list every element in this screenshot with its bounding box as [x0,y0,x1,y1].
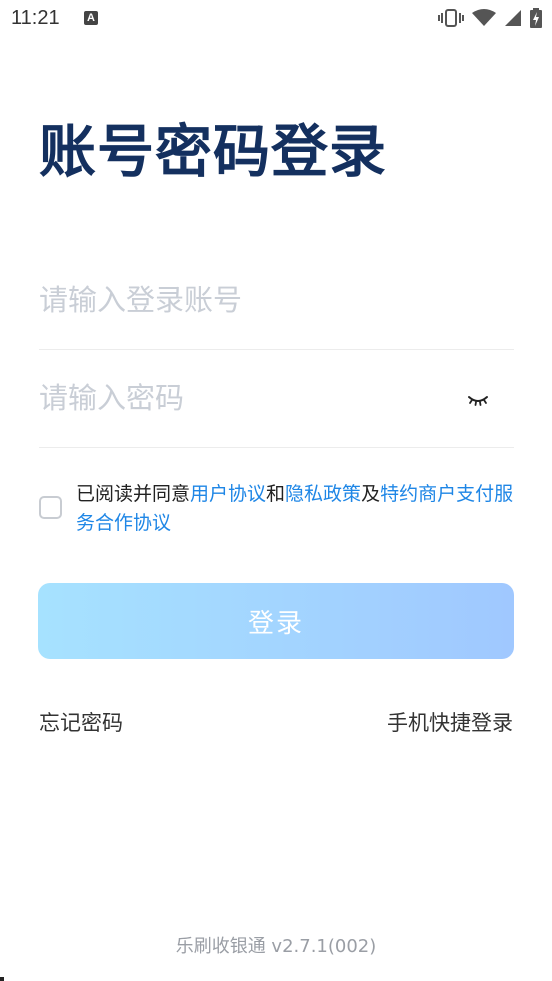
account-field [39,252,514,350]
forgot-password-link[interactable]: 忘记密码 [39,707,123,737]
eye-closed-icon[interactable] [467,392,489,408]
login-screen: 11:21 A 账号密码登录 请输入登录账号 已阅读并同意用户协议和隐私政策及特… [0,0,552,981]
password-field [39,350,514,448]
wifi-icon [472,9,496,26]
privacy-policy-link[interactable]: 隐私政策 [285,483,361,505]
vibrate-icon [438,9,464,27]
login-button[interactable]: 登录 [38,583,514,659]
battery-charging-icon [530,8,542,28]
agreement-and: 和 [266,483,286,505]
agreement-and2: 及 [361,483,381,505]
status-time: 11:21 [11,7,60,29]
user-agreement-link[interactable]: 用户协议 [190,483,266,505]
signal-icon [505,10,521,26]
version-text: 乐刷收银通 v2.7.1(002) [175,936,377,957]
agreement-row: 已阅读并同意用户协议和隐私政策及特约商户支付服务合作协议 [39,480,519,540]
status-bar: 11:21 A [0,0,552,38]
quick-login-link[interactable]: 手机快捷登录 [387,707,513,737]
status-icons [438,7,542,29]
corner-mark [0,977,4,981]
page-title: 账号密码登录 [39,119,387,185]
notification-icon: A [84,11,98,25]
password-input[interactable] [39,350,459,446]
agreement-checkbox[interactable] [39,496,62,519]
agreement-text: 已阅读并同意用户协议和隐私政策及特约商户支付服务合作协议 [76,480,521,538]
account-input[interactable] [39,252,459,348]
agreement-prefix: 已阅读并同意 [76,483,191,505]
